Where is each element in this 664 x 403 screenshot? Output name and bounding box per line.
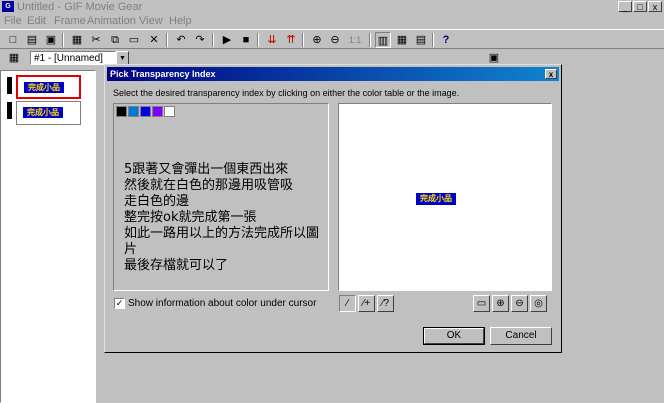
cut-icon[interactable]: ✂: [88, 32, 104, 48]
delete-icon[interactable]: ✕: [146, 32, 162, 48]
menu-bar: File Edit Frame Animation View Help: [0, 14, 664, 28]
annotation-line: 5跟著又會彈出一個東西出來: [124, 162, 289, 177]
undo-icon[interactable]: ↶: [173, 32, 189, 48]
menu-help[interactable]: Help: [169, 14, 192, 28]
instruction-text: Select the desired transparency index by…: [113, 88, 460, 98]
color-swatch[interactable]: [152, 106, 163, 117]
chevron-down-icon[interactable]: ▼: [116, 51, 129, 65]
annotation-line: 如此一路用以上的方法完成所以圖片: [124, 226, 320, 257]
zoom-in-icon[interactable]: ⊕: [492, 295, 509, 312]
remove-frame-icon[interactable]: ⇈: [283, 32, 299, 48]
play-icon[interactable]: ▶: [219, 32, 235, 48]
toolbar-separator: [369, 33, 371, 47]
color-table[interactable]: 5跟著又會彈出一個東西出來 然後就在白色的那邊用吸管吸 走白色的邊 整完按ok就…: [113, 103, 329, 291]
zoom-out-icon[interactable]: ⊖: [327, 32, 343, 48]
grid-view-icon[interactable]: ▦: [394, 32, 410, 48]
copy-icon[interactable]: ⧉: [107, 32, 123, 48]
help-icon[interactable]: ?: [438, 32, 454, 48]
color-swatch[interactable]: [164, 106, 175, 117]
app-icon: G: [2, 1, 14, 12]
frames-panel: 完成小品 完成小品: [0, 70, 96, 403]
image-preview[interactable]: 完成小品: [338, 103, 552, 291]
menu-frame[interactable]: Frame: [54, 14, 86, 28]
frame-label: 完成小品: [24, 82, 64, 93]
toolbar-separator: [432, 33, 434, 47]
dialog-close-button[interactable]: x: [545, 69, 557, 79]
annotation-text: 5跟著又會彈出一個東西出來 然後就在白色的那邊用吸管吸 走白色的邊 整完按ok就…: [124, 162, 328, 274]
color-swatch[interactable]: [128, 106, 139, 117]
color-swatch[interactable]: [116, 106, 127, 117]
toolbar-separator: [212, 33, 214, 47]
frame-thumbnail[interactable]: 完成小品: [16, 101, 81, 125]
color-swatch[interactable]: [140, 106, 151, 117]
frame-label: 完成小品: [23, 107, 63, 118]
minimize-button[interactable]: _: [618, 1, 632, 12]
title-bar: G Untitled - GIF Movie Gear _ □ x: [0, 0, 664, 14]
dialog-title: Pick Transparency Index: [110, 69, 216, 79]
checkbox-label: Show information about color under curso…: [128, 298, 317, 309]
dialog-title-bar: Pick Transparency Index x: [107, 67, 559, 81]
zoom-fit-icon[interactable]: ◎: [530, 295, 547, 312]
frame-marker: [7, 102, 12, 119]
eyedropper-query-icon[interactable]: ⁄?: [377, 295, 394, 312]
toolbar-separator: [257, 33, 259, 47]
toolbar-separator: [62, 33, 64, 47]
annotation-line: 最後存檔就可以了: [124, 258, 229, 273]
toolbar-separator: [302, 33, 304, 47]
show-color-info-checkbox[interactable]: ✓: [114, 298, 125, 309]
image-icon[interactable]: ▦: [69, 32, 85, 48]
zoom-out-icon[interactable]: ⊖: [511, 295, 528, 312]
frame-properties-icon[interactable]: ▦: [6, 50, 22, 66]
menu-file[interactable]: File: [4, 14, 22, 28]
menu-edit[interactable]: Edit: [27, 14, 46, 28]
frame-view-icon[interactable]: ▥: [375, 32, 391, 48]
monitor-icon[interactable]: ▭: [473, 295, 490, 312]
window-title: Untitled - GIF Movie Gear: [17, 1, 143, 13]
list-view-icon[interactable]: ▤: [413, 32, 429, 48]
new-file-icon[interactable]: □: [5, 32, 21, 48]
close-button[interactable]: x: [648, 1, 662, 12]
zoom-in-icon[interactable]: ⊕: [309, 32, 325, 48]
annotation-line: 然後就在白色的那邊用吸管吸: [124, 178, 294, 193]
annotation-line: 走白色的邊: [124, 194, 190, 209]
insert-frame-icon[interactable]: ⇊: [264, 32, 280, 48]
preview-image-label: 完成小品: [416, 193, 456, 205]
annotation-line: 整完按ok就完成第一張: [124, 210, 257, 225]
frame-marker: [7, 77, 12, 94]
redo-icon[interactable]: ↷: [192, 32, 208, 48]
eyedropper-icon[interactable]: ⁄: [339, 295, 356, 312]
actual-size-icon[interactable]: 1:1: [345, 32, 365, 48]
menu-animation[interactable]: Animation: [87, 14, 136, 28]
frame-select-combo[interactable]: #1 - [Unnamed]: [30, 51, 116, 65]
cancel-button[interactable]: Cancel: [490, 327, 552, 345]
frame-thumbnail[interactable]: 完成小品: [16, 75, 81, 99]
stop-icon[interactable]: ■: [238, 32, 254, 48]
ok-button[interactable]: OK: [424, 328, 484, 344]
transparency-dialog: Pick Transparency Index x Select the des…: [104, 64, 562, 353]
open-icon[interactable]: ▤: [24, 32, 40, 48]
maximize-button[interactable]: □: [633, 1, 647, 12]
save-icon[interactable]: ▣: [43, 32, 59, 48]
menu-view[interactable]: View: [139, 14, 163, 28]
paste-icon[interactable]: ▭: [126, 32, 142, 48]
main-toolbar: □ ▤ ▣ ▦ ✂ ⧉ ▭ ✕ ↶ ↷ ▶ ■ ⇊ ⇈ ⊕ ⊖ 1:1 ▥ ▦ …: [0, 29, 664, 49]
toolbar-separator: [166, 33, 168, 47]
eyedropper-plus-icon[interactable]: ⁄+: [358, 295, 375, 312]
